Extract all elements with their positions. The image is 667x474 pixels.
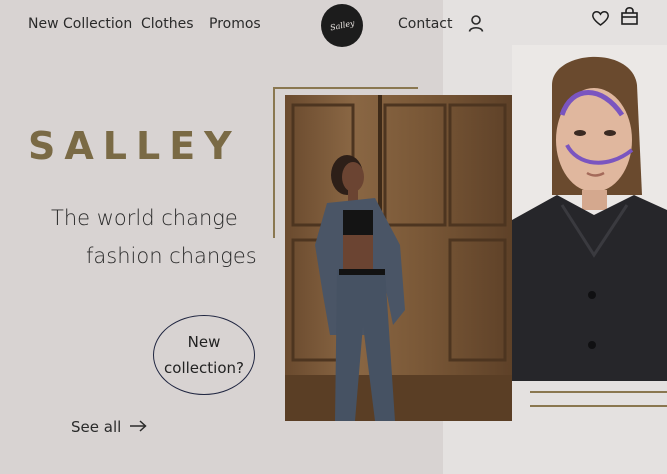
tagline-line-2: fashion changes — [86, 244, 257, 268]
cta-line-1: New — [187, 333, 221, 351]
shopping-bag-icon[interactable] — [620, 6, 639, 25]
cta-line-2: collection? — [164, 359, 244, 377]
decor-line-1 — [530, 391, 667, 393]
new-collection-button[interactable]: New collection? — [153, 315, 255, 395]
logo-signature: Salley — [329, 18, 355, 33]
user-icon[interactable] — [467, 14, 485, 32]
see-all-label: See all — [71, 418, 122, 436]
nav-contact[interactable]: Contact — [398, 16, 452, 32]
brand-title: SALLEY — [28, 124, 241, 168]
nav-clothes[interactable]: Clothes — [141, 16, 194, 32]
nav-new-collection[interactable]: New Collection — [28, 16, 132, 32]
arrow-right-icon — [129, 418, 147, 436]
photo-woman-braids — [512, 45, 667, 381]
photo-woman-blazer — [285, 95, 512, 421]
frame-line-left — [273, 87, 275, 238]
tagline-line-1: The world change — [51, 206, 238, 230]
brand-logo[interactable]: Salley — [321, 4, 363, 47]
nav-promos[interactable]: Promos — [209, 16, 261, 32]
decor-line-2 — [530, 405, 667, 407]
frame-line-top — [273, 87, 418, 89]
heart-icon[interactable] — [591, 9, 610, 27]
see-all-link[interactable]: See all — [71, 418, 147, 436]
